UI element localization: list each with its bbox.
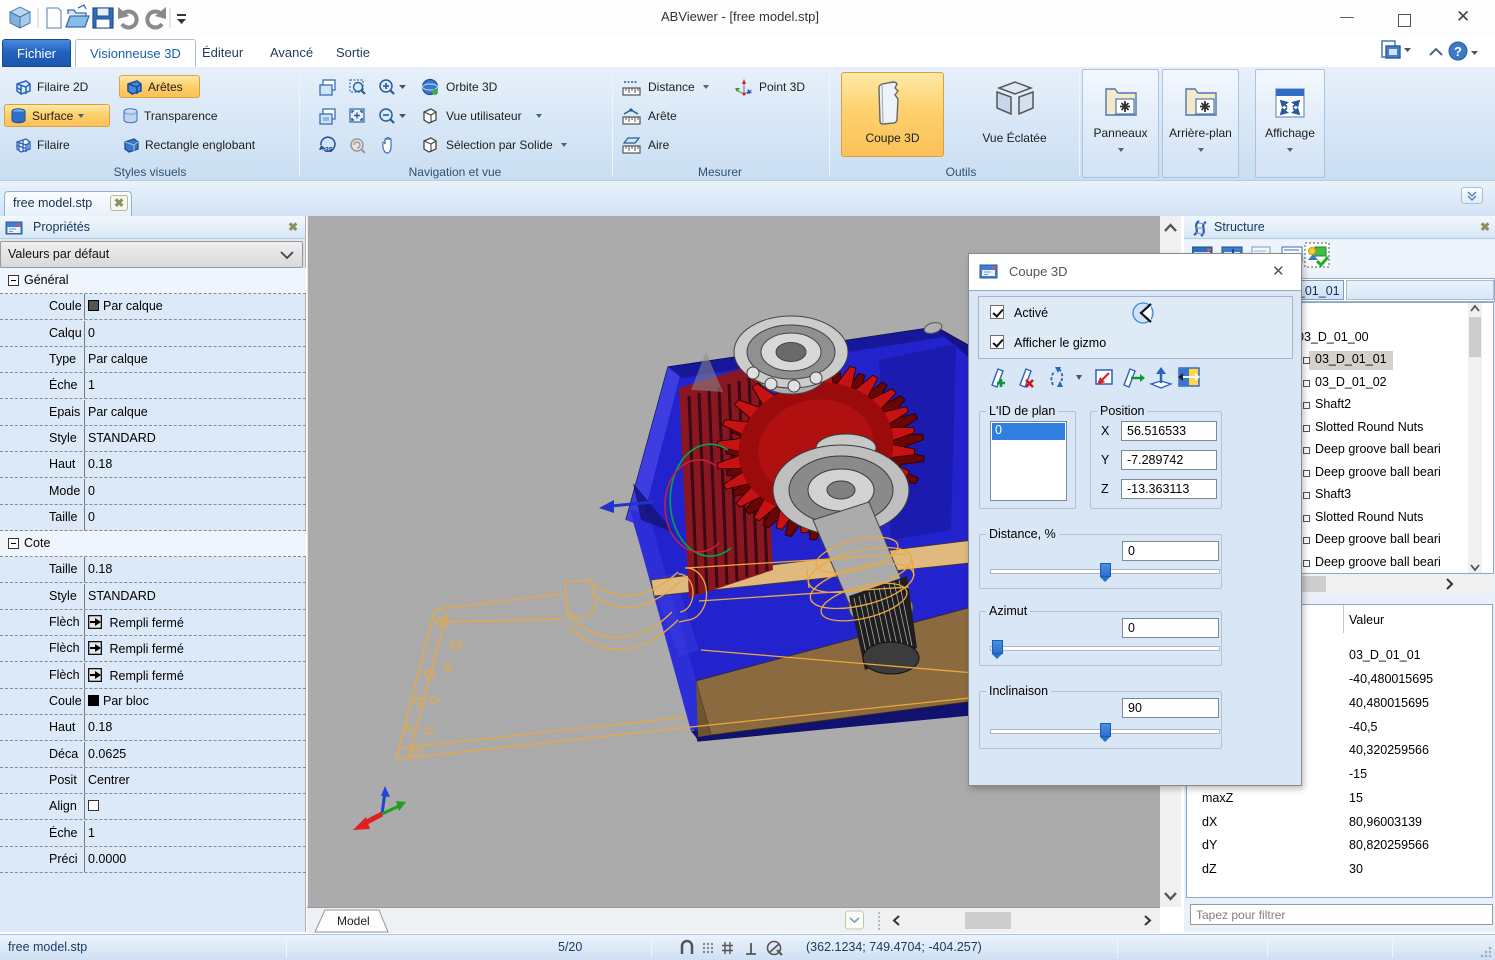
svg-text:?: ? bbox=[1454, 44, 1462, 59]
svg-text:Model: Model bbox=[337, 914, 370, 928]
svg-text:35: 35 bbox=[325, 147, 333, 154]
